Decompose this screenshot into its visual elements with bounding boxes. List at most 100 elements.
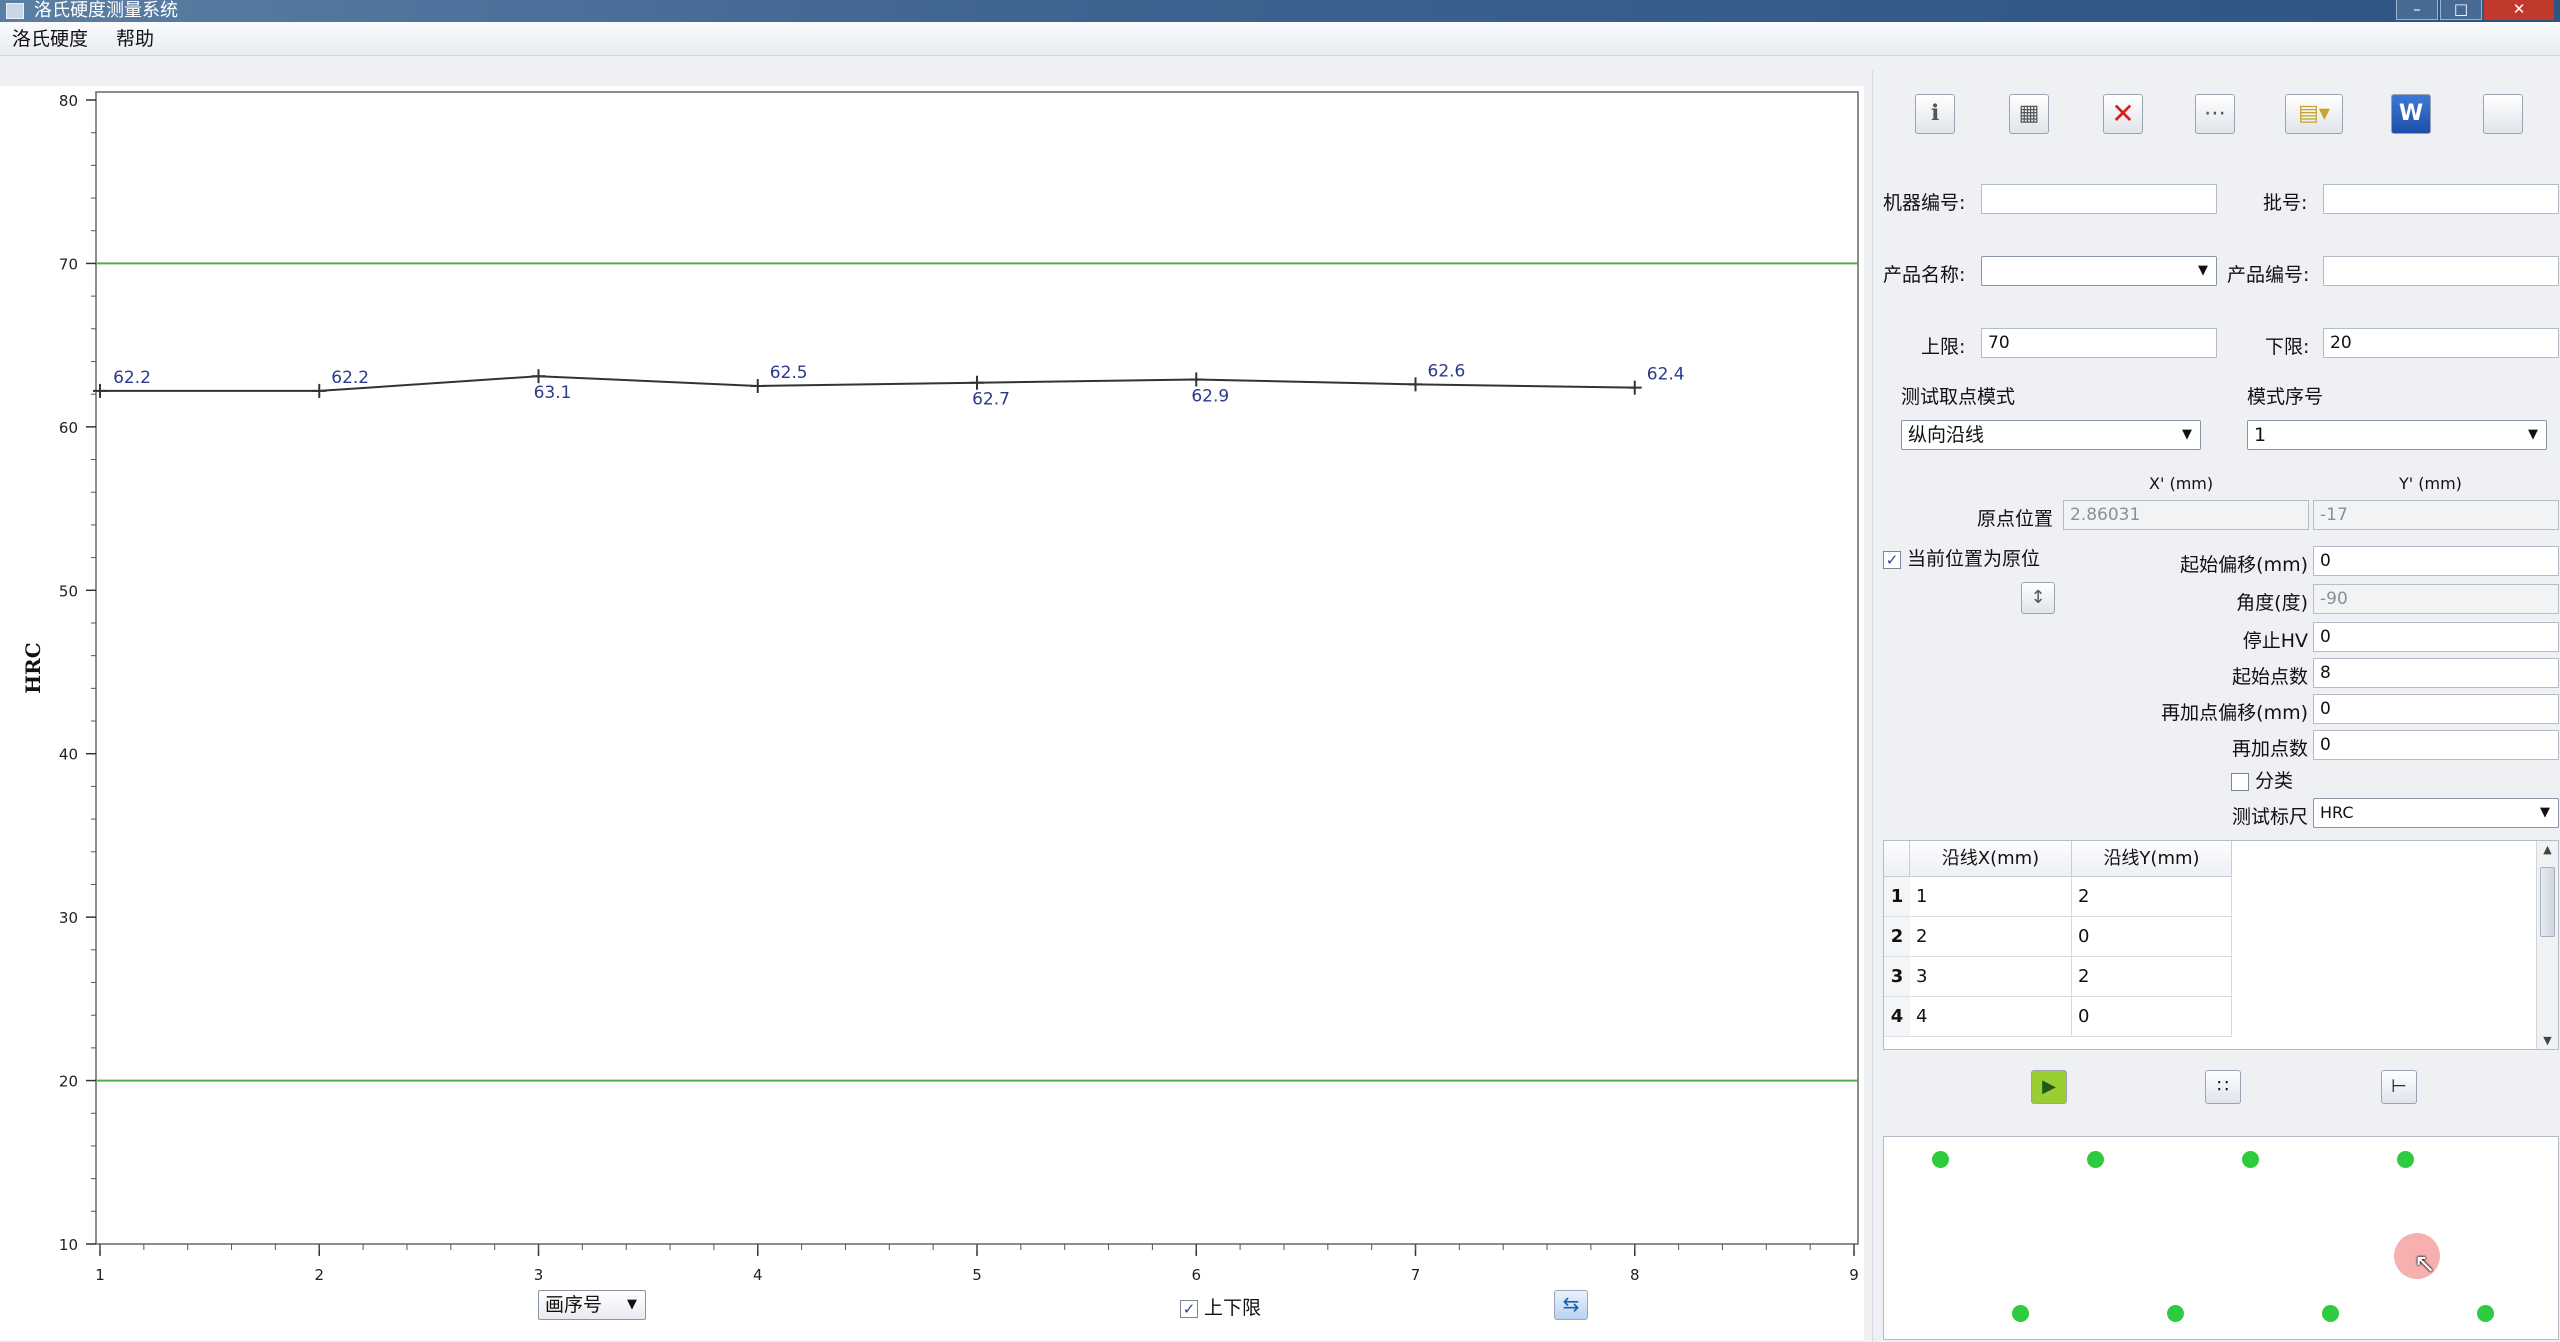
machine-no-input[interactable] bbox=[1981, 184, 2217, 214]
preview-point bbox=[2242, 1151, 2259, 1168]
preview-point bbox=[2167, 1305, 2184, 1322]
info-button[interactable]: ℹ bbox=[1915, 94, 1955, 134]
batch-no-input[interactable] bbox=[2323, 184, 2559, 214]
chart-panel: 10 20 30 40 50 60 70 80 1 2 3 4 5 6 7 8 9 HRC 62.2 62.2 63.1… bbox=[0, 86, 1864, 1340]
template-group-title: 模式序号 bbox=[2247, 386, 2324, 408]
scroll-up-icon[interactable]: ▲ bbox=[2537, 843, 2558, 856]
extra-offset-input[interactable]: 0 bbox=[2313, 694, 2559, 724]
close-button[interactable]: ✕ bbox=[2484, 0, 2554, 20]
classify-toggle[interactable]: ✓ 分类 bbox=[2231, 766, 2293, 793]
table-row-header[interactable]: 4 bbox=[1884, 997, 1910, 1037]
stop-hv-input[interactable]: 0 bbox=[2313, 622, 2559, 652]
table-row-header[interactable]: 3 bbox=[1884, 957, 1910, 997]
menu-help[interactable]: 帮助 bbox=[102, 22, 168, 56]
table-cell-x[interactable]: 3 bbox=[1910, 957, 2072, 997]
extra-offset-label: 再加点偏移(mm) bbox=[2161, 702, 2308, 724]
app-icon bbox=[6, 3, 24, 19]
start-offset-input[interactable]: 0 bbox=[2313, 546, 2559, 576]
upper-limit-input[interactable]: 70 bbox=[1981, 328, 2217, 358]
x-axis-select[interactable]: 画序号 ▼ bbox=[538, 1290, 646, 1320]
template-select-value: 1 bbox=[2254, 424, 2267, 446]
menu-bar: 洛氏硬度 帮助 bbox=[0, 22, 2560, 56]
limits-checkbox[interactable]: ✓ bbox=[1180, 1299, 1198, 1318]
column-header-y[interactable]: 沿线Y(mm) bbox=[2072, 841, 2232, 877]
word-export-button[interactable]: W bbox=[2391, 94, 2431, 134]
window-title: 洛氏硬度测量系统 bbox=[34, 0, 178, 21]
dots-button[interactable]: ∷ bbox=[2205, 1070, 2241, 1104]
y-header: Y' (mm) bbox=[2399, 474, 2462, 493]
grid-button[interactable]: ▦ bbox=[2009, 94, 2049, 134]
limits-checkbox-label: 上下限 bbox=[1204, 1297, 1262, 1319]
table-cell-y[interactable]: 0 bbox=[2072, 997, 2232, 1037]
start-offset-label: 起始偏移(mm) bbox=[2180, 554, 2308, 576]
table-cell-x[interactable]: 2 bbox=[1910, 917, 2072, 957]
product-no-label: 产品编号: bbox=[2227, 264, 2310, 286]
hardness-chart: 10 20 30 40 50 60 70 80 1 2 3 4 5 6 7 8 9 HRC 62.2 62.2 63.1… bbox=[21, 91, 1859, 1284]
open-folder-icon: ▤▾ bbox=[2298, 101, 2330, 126]
info-icon: ℹ bbox=[1930, 101, 1940, 126]
word-export-icon: W bbox=[2398, 101, 2424, 126]
title-bar: 洛氏硬度测量系统 – □ ✕ bbox=[0, 0, 2560, 22]
angle-label: 角度(度) bbox=[2236, 592, 2308, 614]
scatter-button[interactable]: ⋯ bbox=[2195, 94, 2235, 134]
template-select[interactable]: 1 ▼ bbox=[2247, 420, 2547, 450]
scroll-thumb[interactable] bbox=[2540, 867, 2555, 937]
start-points-label: 起始点数 bbox=[2231, 666, 2308, 688]
mode-select[interactable]: 纵向沿线 ▼ bbox=[1901, 420, 2201, 450]
x-tick-label: 5 bbox=[972, 1266, 982, 1284]
play-icon: ▶ bbox=[2042, 1076, 2056, 1097]
toolbar: ℹ ▦ ✕ ⋯ ▤▾ W bbox=[1873, 70, 2560, 168]
scroll-down-icon[interactable]: ▼ bbox=[2537, 1034, 2558, 1047]
classify-checkbox[interactable]: ✓ bbox=[2231, 772, 2249, 791]
data-label: 62.2 bbox=[331, 368, 369, 388]
settings-panel: ℹ ▦ ✕ ⋯ ▤▾ W 机器编号: 批号: 产品名称: ▼ 产品编号: 上限: 70 下限: 20 测试取点… bbox=[1872, 70, 2560, 1342]
lower-limit-input[interactable]: 20 bbox=[2323, 328, 2559, 358]
table-row-header[interactable]: 2 bbox=[1884, 917, 1910, 957]
extra-points-label: 再加点数 bbox=[2231, 738, 2308, 760]
limits-toggle[interactable]: ✓ 上下限 bbox=[1180, 1293, 1261, 1320]
x-tick-label: 3 bbox=[534, 1266, 544, 1284]
use-current-toggle[interactable]: ✓ 当前位置为原位 bbox=[1883, 544, 2040, 571]
data-label: 62.6 bbox=[1428, 361, 1466, 381]
origin-y-input: -17 bbox=[2313, 500, 2559, 530]
mode-group-title: 测试取点模式 bbox=[1901, 386, 2016, 408]
chevron-down-icon: ▼ bbox=[2182, 427, 2192, 442]
play-button[interactable]: ▶ bbox=[2031, 1070, 2067, 1104]
updown-arrow-icon: ↕ bbox=[2030, 587, 2046, 608]
table-cell-x[interactable]: 1 bbox=[1910, 877, 2072, 917]
scale-label: 测试标尺 bbox=[2231, 806, 2308, 828]
points-table: 沿线X(mm) 沿线Y(mm) 1 1 2 2 2 0 3 3 2 4 4 0 ▲ ▼ bbox=[1883, 840, 2559, 1050]
column-header-x[interactable]: 沿线X(mm) bbox=[1910, 841, 2072, 877]
blank-page-button[interactable] bbox=[2483, 94, 2523, 134]
table-scrollbar[interactable]: ▲ ▼ bbox=[2536, 841, 2558, 1049]
table-cell-y[interactable]: 2 bbox=[2072, 957, 2232, 997]
product-name-label: 产品名称: bbox=[1883, 264, 1966, 286]
start-points-input[interactable]: 8 bbox=[2313, 658, 2559, 688]
data-label: 62.2 bbox=[113, 368, 151, 388]
refresh-button[interactable]: ⇆ bbox=[1554, 1290, 1588, 1320]
extra-points-input[interactable]: 0 bbox=[2313, 730, 2559, 760]
mode-select-value: 纵向沿线 bbox=[1908, 424, 1985, 446]
open-folder-button[interactable]: ▤▾ bbox=[2285, 94, 2343, 134]
x-tick-label: 1 bbox=[95, 1266, 105, 1284]
axis-direction-button[interactable]: ↕ bbox=[2021, 582, 2055, 614]
minimize-button[interactable]: – bbox=[2396, 0, 2438, 20]
y-tick-label: 20 bbox=[59, 1073, 78, 1091]
mouse-cursor-icon: ↖ bbox=[2414, 1249, 2436, 1279]
use-current-checkbox[interactable]: ✓ bbox=[1883, 550, 1901, 569]
data-label: 62.7 bbox=[972, 390, 1010, 410]
preview-point bbox=[2477, 1305, 2494, 1322]
lower-limit-label: 下限: bbox=[2265, 336, 2310, 358]
product-no-input[interactable] bbox=[2323, 256, 2559, 286]
delete-button[interactable]: ✕ bbox=[2103, 94, 2143, 134]
table-cell-y[interactable]: 2 bbox=[2072, 877, 2232, 917]
table-row-header[interactable]: 1 bbox=[1884, 877, 1910, 917]
maximize-button[interactable]: □ bbox=[2440, 0, 2482, 20]
menu-rockwell[interactable]: 洛氏硬度 bbox=[0, 22, 102, 56]
product-name-select[interactable]: ▼ bbox=[1981, 256, 2217, 286]
align-button[interactable]: ⊢ bbox=[2381, 1070, 2417, 1104]
scatter-icon: ⋯ bbox=[2204, 101, 2226, 126]
scale-select[interactable]: HRC ▼ bbox=[2313, 798, 2559, 828]
table-cell-y[interactable]: 0 bbox=[2072, 917, 2232, 957]
table-cell-x[interactable]: 4 bbox=[1910, 997, 2072, 1037]
